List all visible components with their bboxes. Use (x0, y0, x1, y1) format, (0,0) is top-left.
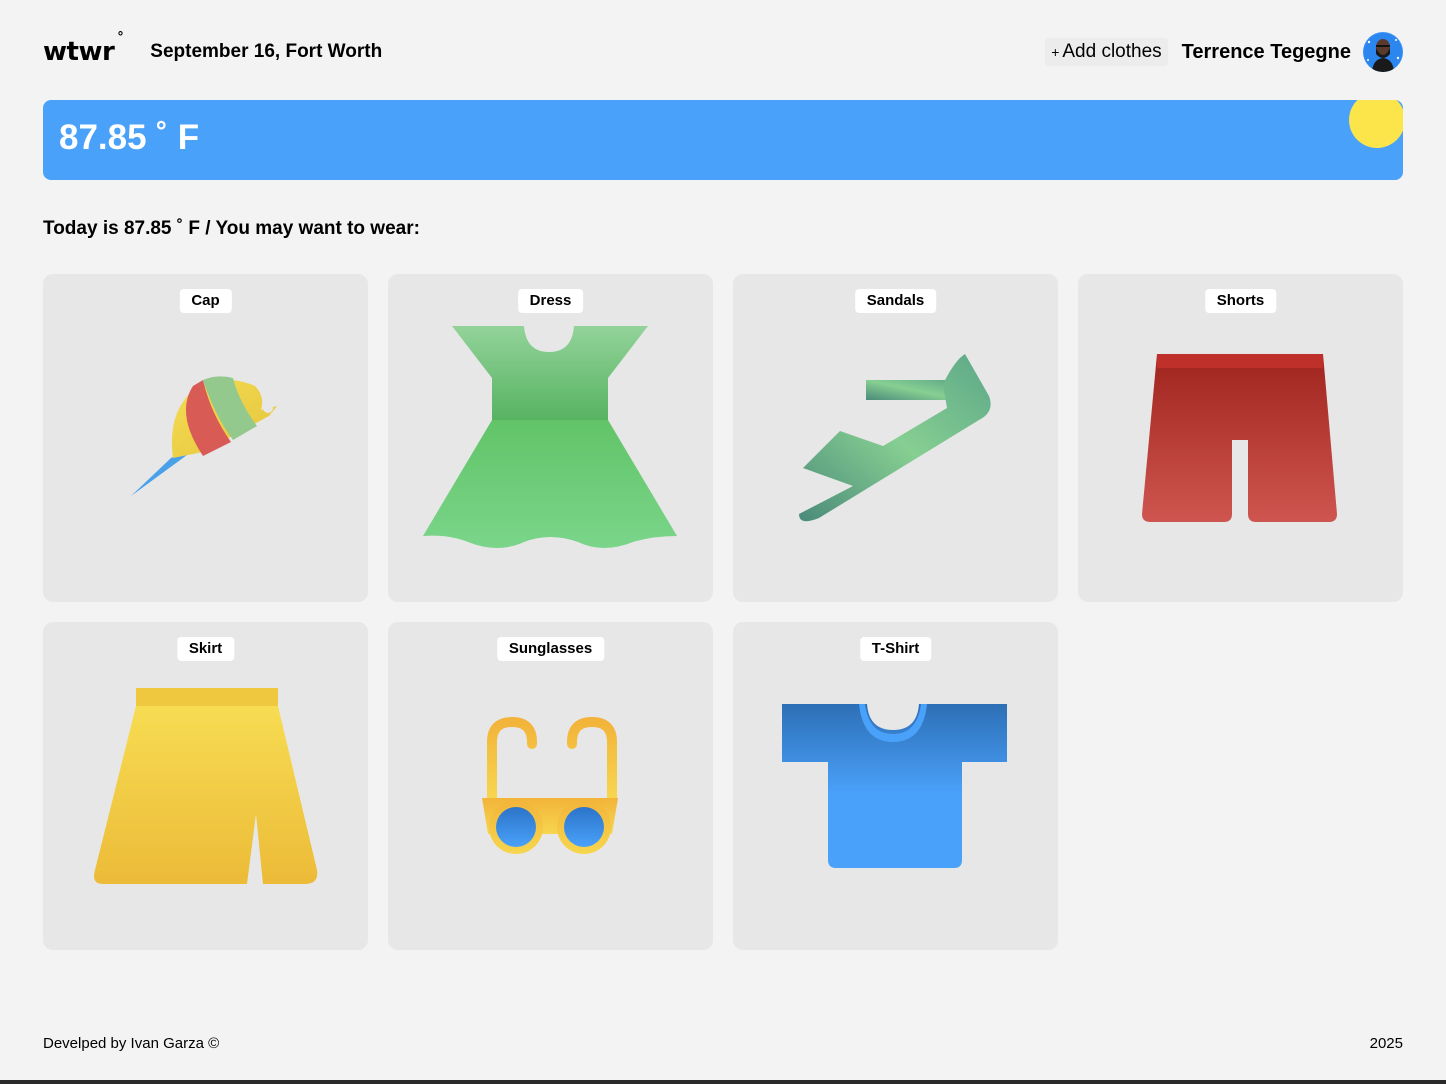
item-label: T-Shirt (859, 637, 932, 661)
shorts-icon (1142, 354, 1337, 522)
username[interactable]: Terrence Tegegne (1182, 41, 1351, 64)
user-avatar[interactable] (1363, 32, 1403, 72)
item-card-tshirt[interactable]: T-Shirt (733, 622, 1058, 950)
item-card-dress[interactable]: Dress (388, 274, 713, 602)
weather-card: 87.85 ˚ F (43, 100, 1403, 180)
item-card-sunglasses[interactable]: Sunglasses (388, 622, 713, 950)
plus-icon: + (1051, 44, 1060, 60)
item-label: Sandals (854, 289, 937, 313)
item-card-sandals[interactable]: Sandals (733, 274, 1058, 602)
logo-text: wtwr (43, 37, 115, 67)
logo-degree: ° (117, 30, 124, 45)
item-label: Skirt (176, 637, 235, 661)
header: wtwr ° September 16, Fort Worth + Add clot… (43, 30, 1403, 74)
add-clothes-button[interactable]: + Add clothes (1045, 38, 1168, 66)
item-label: Cap (179, 289, 232, 313)
item-label: Shorts (1204, 289, 1277, 313)
sunglasses-icon (482, 716, 618, 854)
avatar-image (1364, 33, 1402, 72)
item-label: Dress (517, 289, 584, 313)
sandals-icon (799, 354, 991, 522)
tshirt-icon (782, 704, 1007, 868)
weather-temperature: 87.85 ˚ F (59, 118, 200, 157)
cap-icon (131, 376, 277, 496)
item-label: Sunglasses (496, 637, 605, 661)
item-card-skirt[interactable]: Skirt (43, 622, 368, 950)
footer-credit: Develped by Ivan Garza © (43, 1035, 220, 1052)
bottom-edge (0, 1080, 1446, 1084)
item-card-cap[interactable]: Cap (43, 274, 368, 602)
sun-icon (1349, 100, 1403, 148)
item-card-shorts[interactable]: Shorts (1078, 274, 1403, 602)
footer-year: 2025 (1369, 1035, 1403, 1052)
dress-icon (423, 326, 677, 548)
skirt-icon (94, 688, 318, 884)
recommendation-text: Today is 87.85 ˚ F / You may want to wea… (43, 218, 420, 239)
date-location: September 16, Fort Worth (150, 41, 383, 62)
logo[interactable]: wtwr ° (43, 31, 124, 67)
add-clothes-label: Add clothes (1062, 41, 1162, 62)
